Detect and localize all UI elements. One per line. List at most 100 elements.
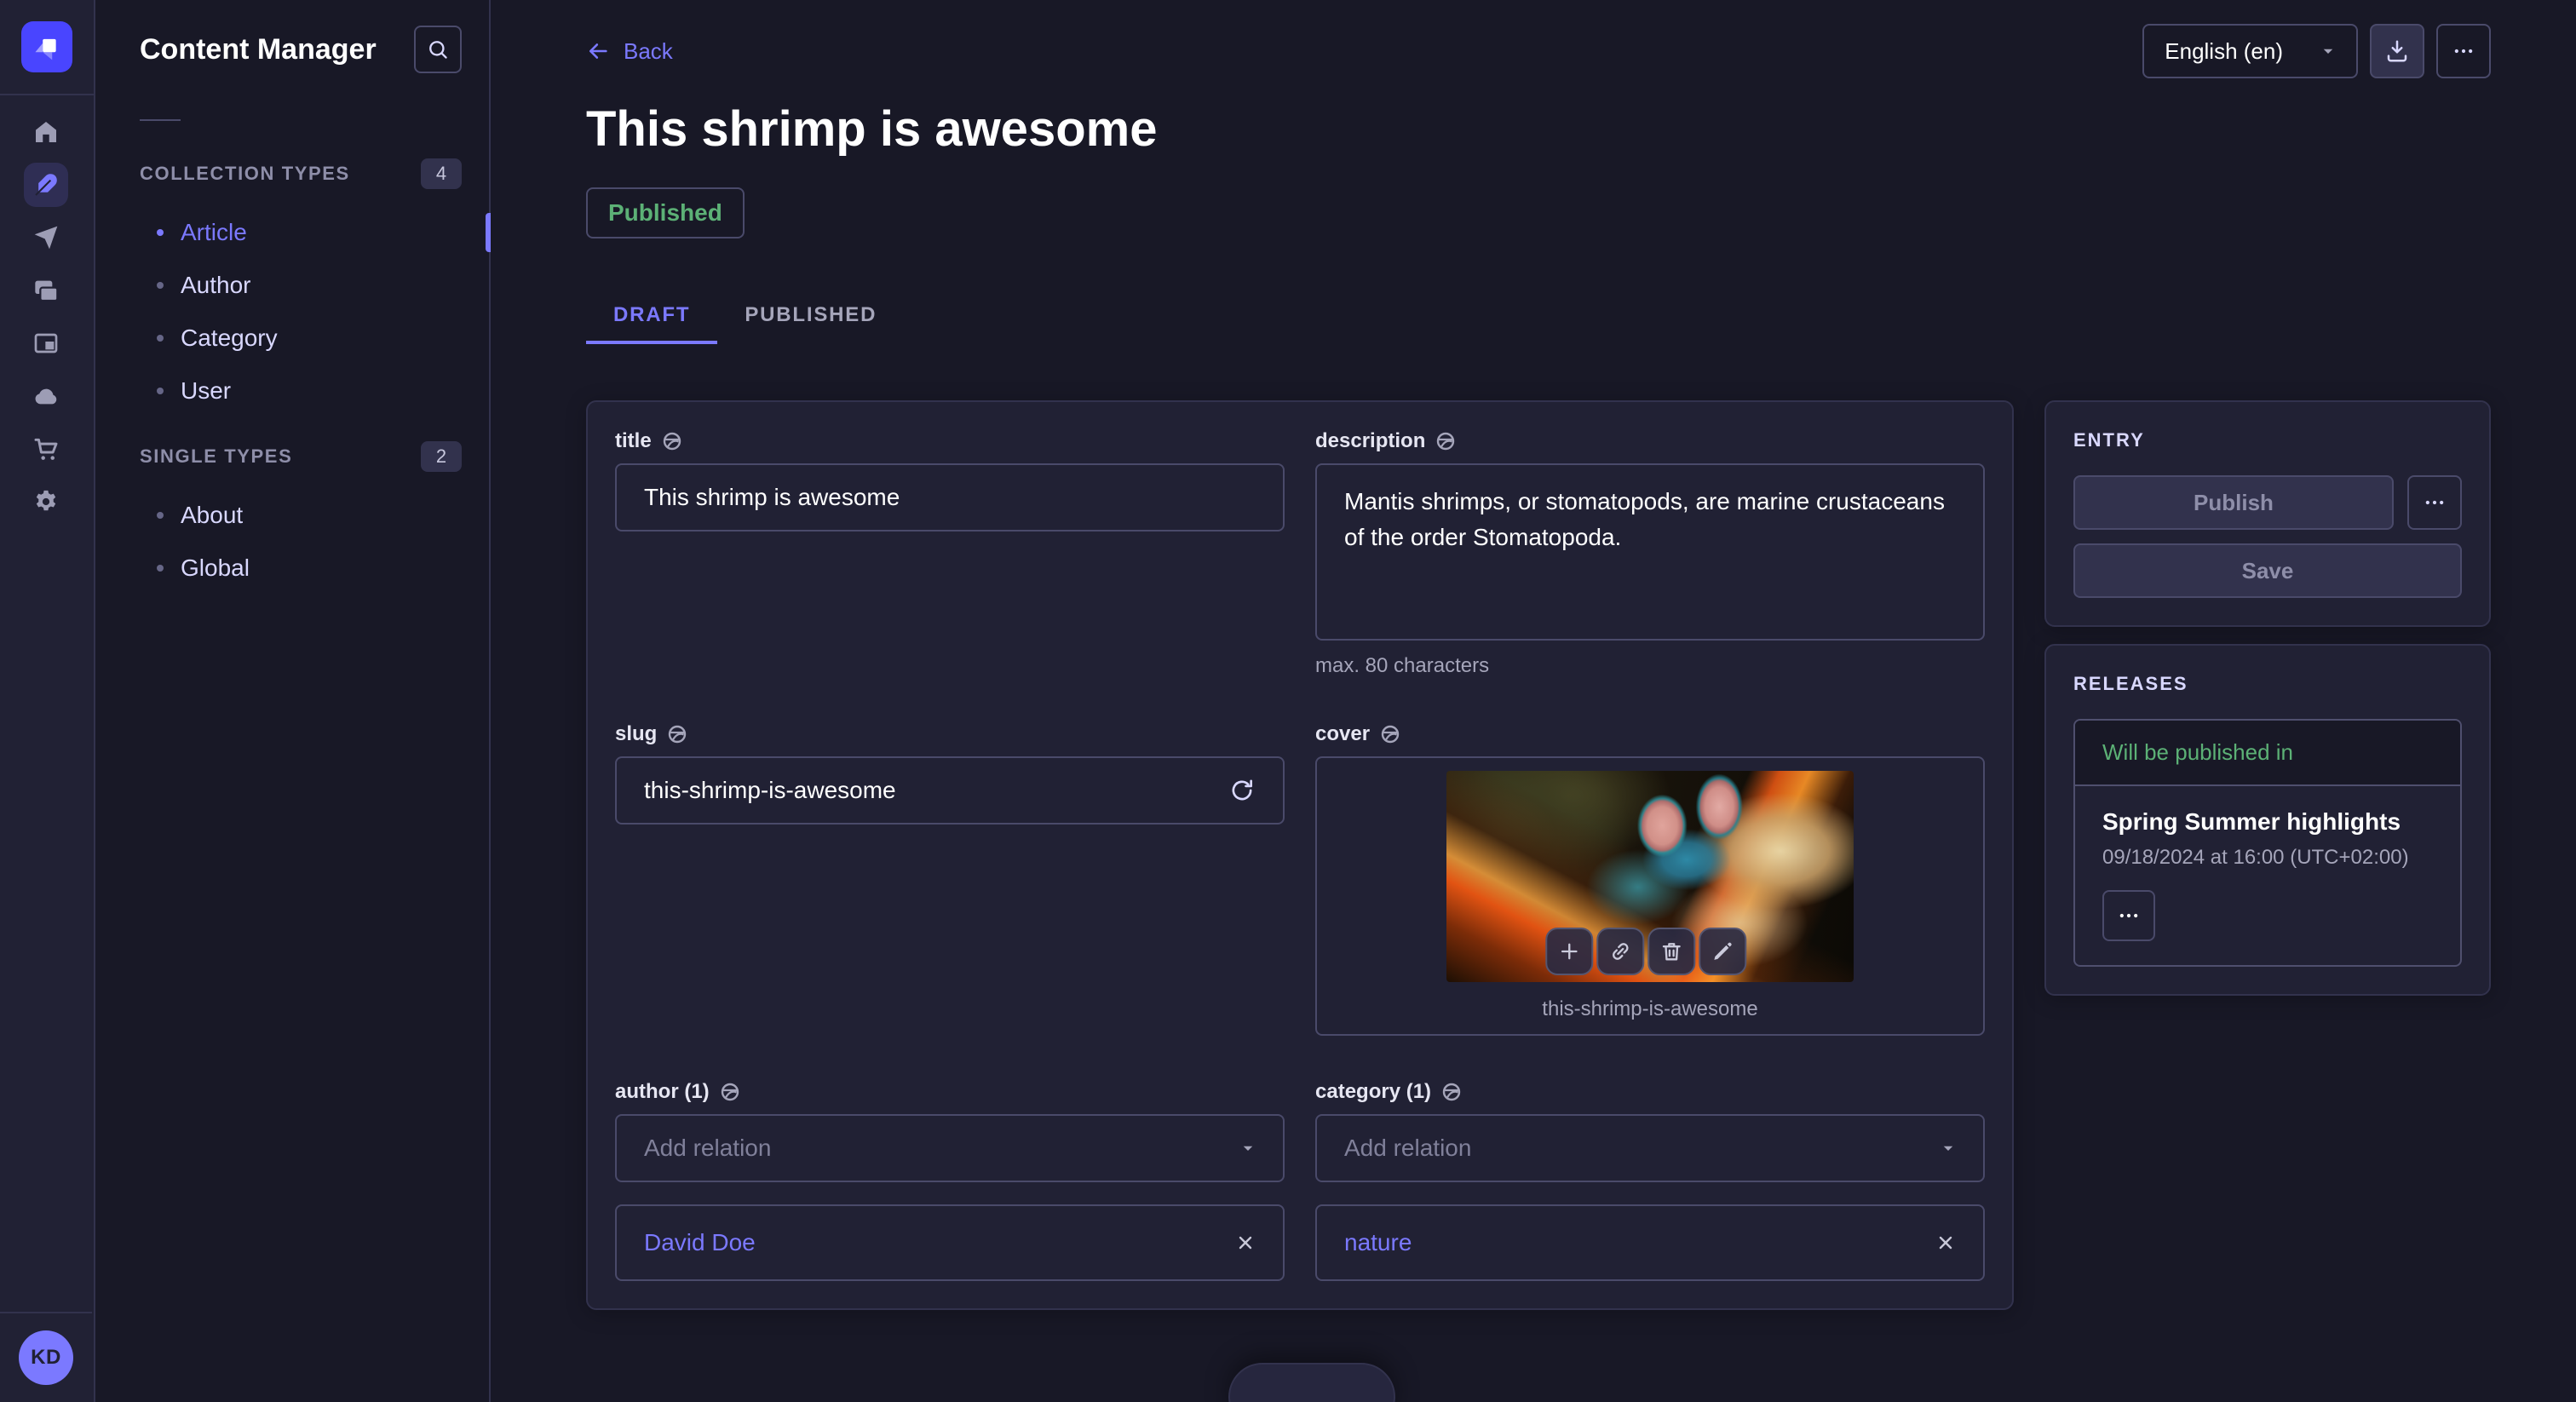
- divider: [140, 119, 181, 121]
- entry-more-button[interactable]: [2407, 475, 2462, 530]
- globe-icon: [720, 1082, 740, 1102]
- active-highlight: [24, 163, 68, 207]
- home-icon: [32, 118, 60, 146]
- cover-edit-button[interactable]: [1699, 928, 1746, 975]
- sidebar-item-label: Article: [181, 219, 247, 246]
- trash-icon: [1659, 939, 1683, 963]
- field-category-label: category (1): [1315, 1080, 1431, 1104]
- strapi-logo-container[interactable]: [0, 0, 94, 95]
- release-more-button[interactable]: [2102, 890, 2155, 941]
- subnav: Content Manager COLLECTION TYPES 4 Artic…: [95, 0, 491, 1402]
- release-card-header: Will be published in: [2075, 721, 2460, 786]
- nav-deploy[interactable]: [0, 370, 93, 422]
- sidebar-item-label: Global: [181, 554, 250, 582]
- back-link[interactable]: Back: [586, 38, 673, 65]
- cover-add-button[interactable]: [1545, 928, 1593, 975]
- strapi-logo: [21, 21, 72, 72]
- cover-delete-button[interactable]: [1647, 928, 1695, 975]
- header-more-button[interactable]: [2436, 24, 2491, 78]
- download-icon: [2384, 38, 2410, 64]
- nav-settings[interactable]: [0, 475, 93, 528]
- author-relation-link[interactable]: David Doe: [644, 1229, 756, 1256]
- cover-copy-link-button[interactable]: [1596, 928, 1644, 975]
- field-description: description Mantis shrimps, or stomatopo…: [1315, 429, 1985, 678]
- rail-nav: [0, 106, 92, 528]
- save-button[interactable]: Save: [2073, 543, 2462, 598]
- nav-rail: KD: [0, 0, 95, 1402]
- back-arrow-icon: [586, 39, 610, 63]
- user-avatar[interactable]: KD: [19, 1330, 73, 1385]
- close-icon[interactable]: [1935, 1232, 1956, 1253]
- sidebar-item-label: Author: [181, 272, 251, 299]
- single-types-count: 2: [421, 441, 462, 472]
- release-card: Will be published in Spring Summer highl…: [2073, 719, 2462, 967]
- strapi-logo-glyph: [28, 28, 66, 66]
- cover-image[interactable]: [1446, 771, 1854, 982]
- field-slug-label: slug: [615, 722, 657, 746]
- entry-panel-title: ENTRY: [2073, 429, 2462, 451]
- pencil-icon: [1711, 939, 1734, 963]
- sidebar-item-article[interactable]: Article: [140, 206, 462, 259]
- field-author-label: author (1): [615, 1080, 710, 1104]
- nav-releases[interactable]: [0, 211, 93, 264]
- sidebar-item-category[interactable]: Category: [140, 312, 462, 365]
- tab-draft[interactable]: DRAFT: [586, 286, 717, 344]
- nav-media-library[interactable]: [0, 264, 93, 317]
- field-category: category (1) Add relation nature: [1315, 1080, 1985, 1281]
- tab-published[interactable]: PUBLISHED: [717, 286, 904, 344]
- ellipsis-icon: [2117, 904, 2141, 928]
- search-button[interactable]: [414, 26, 462, 73]
- sidebar-item-about[interactable]: About: [140, 489, 462, 542]
- ellipsis-icon: [2423, 491, 2447, 514]
- field-description-label: description: [1315, 429, 1425, 453]
- bullet-icon: [157, 565, 164, 572]
- sidebar-item-user[interactable]: User: [140, 365, 462, 417]
- caret-down-icon: [1240, 1141, 1256, 1156]
- field-slug: slug this-shrimp-is-awesome: [615, 722, 1285, 1036]
- nav-content-type-builder[interactable]: [0, 317, 93, 370]
- description-hint: max. 80 characters: [1315, 654, 1985, 678]
- refresh-icon[interactable]: [1228, 777, 1256, 804]
- field-title: title This shrimp is awesome: [615, 429, 1285, 678]
- releases-panel: RELEASES Will be published in Spring Sum…: [2044, 644, 2491, 996]
- caret-down-icon: [2320, 43, 2336, 59]
- bullet-icon: [157, 229, 164, 236]
- gear-icon: [32, 488, 60, 515]
- releases-panel-title: RELEASES: [2073, 673, 2462, 695]
- layout-icon: [32, 330, 60, 357]
- cloud-icon: [32, 382, 60, 410]
- bottom-peek-button[interactable]: [1228, 1363, 1395, 1402]
- bullet-icon: [157, 512, 164, 519]
- nav-content-manager[interactable]: [0, 158, 93, 211]
- sidebar-item-label: About: [181, 502, 243, 529]
- bullet-icon: [157, 282, 164, 289]
- globe-icon: [1441, 1082, 1462, 1102]
- category-relation-link[interactable]: nature: [1344, 1229, 1412, 1256]
- locale-selector[interactable]: English (en): [2142, 24, 2358, 78]
- entry-panel: ENTRY Publish Save: [2044, 400, 2491, 627]
- release-name: Spring Summer highlights: [2102, 808, 2433, 836]
- release-date: 09/18/2024 at 16:00 (UTC+02:00): [2102, 846, 2433, 870]
- sidebar-item-author[interactable]: Author: [140, 259, 462, 312]
- nav-marketplace[interactable]: [0, 422, 93, 475]
- author-relation-select[interactable]: Add relation: [615, 1114, 1285, 1182]
- title-input[interactable]: This shrimp is awesome: [615, 463, 1285, 531]
- sidebar-item-label: Category: [181, 325, 278, 352]
- side-panels: ENTRY Publish Save RELEASES Will be publ…: [2044, 400, 2491, 996]
- collection-types-list: Article Author Category User: [140, 206, 462, 417]
- sidebar-item-global[interactable]: Global: [140, 542, 462, 595]
- download-button[interactable]: [2370, 24, 2424, 78]
- nav-home[interactable]: [0, 106, 93, 158]
- version-tabs: DRAFT PUBLISHED: [586, 286, 2491, 344]
- description-textarea[interactable]: Mantis shrimps, or stomatopods, are mari…: [1315, 463, 1985, 641]
- category-relation-select[interactable]: Add relation: [1315, 1114, 1985, 1182]
- single-types-header: SINGLE TYPES: [140, 445, 292, 468]
- close-icon[interactable]: [1235, 1232, 1256, 1253]
- publish-button[interactable]: Publish: [2073, 475, 2394, 530]
- slug-input[interactable]: this-shrimp-is-awesome: [615, 756, 1285, 825]
- send-icon: [32, 224, 60, 251]
- field-author: author (1) Add relation David Doe: [615, 1080, 1285, 1281]
- ellipsis-icon: [2452, 39, 2475, 63]
- sidebar-item-label: User: [181, 377, 231, 405]
- main-content: Back English (en) This shrimp is aw: [491, 0, 2576, 1402]
